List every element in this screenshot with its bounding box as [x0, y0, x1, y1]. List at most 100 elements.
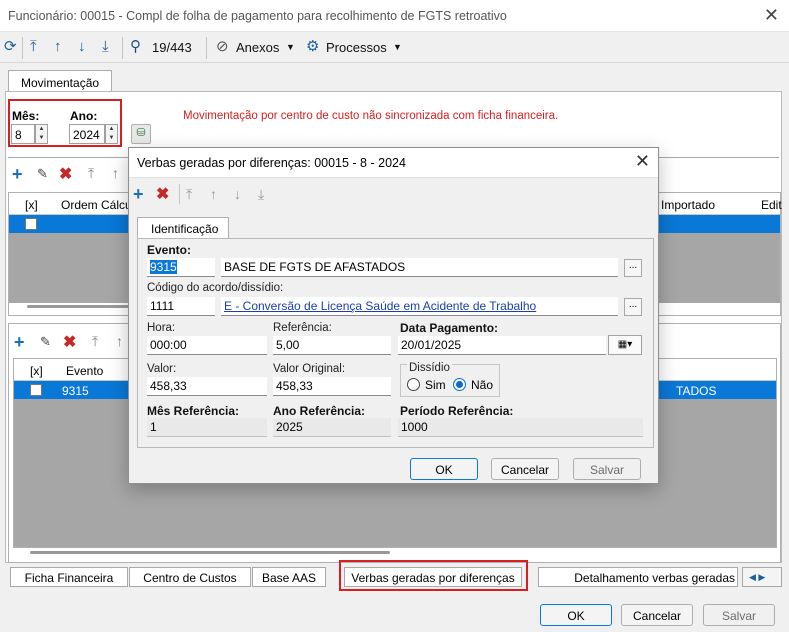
search-icon[interactable]: ⚲	[130, 39, 141, 55]
row-checkbox[interactable]	[30, 384, 42, 396]
last-icon[interactable]: ⤓	[258, 186, 264, 203]
delete-icon[interactable]: ✖	[59, 164, 72, 184]
paperclip-icon[interactable]: ⊘	[216, 39, 229, 55]
delete-icon[interactable]: ✖	[156, 184, 169, 204]
ano-label: Ano:	[70, 109, 98, 123]
refresh-icon[interactable]: ⟳	[4, 39, 17, 55]
sim-radio[interactable]	[407, 378, 420, 391]
up-icon[interactable]: ↑	[112, 165, 119, 181]
ano-stepper[interactable]: ▲ ▼	[105, 124, 118, 144]
mes-stepper[interactable]: ▲ ▼	[35, 124, 48, 144]
row-checkbox[interactable]	[25, 218, 37, 230]
data-pagamento-input[interactable]: 20/01/2025	[398, 336, 606, 355]
tab-base-aas[interactable]: Base AAS	[252, 567, 326, 587]
up-icon[interactable]: ↑	[210, 186, 217, 202]
nao-radio[interactable]	[453, 378, 466, 391]
add-icon[interactable]: +	[133, 185, 144, 203]
periodo-referencia-field: 1000	[398, 418, 643, 437]
referencia-label: Referência:	[273, 322, 332, 334]
row-desc: TADOS	[676, 384, 717, 398]
down-icon[interactable]: ↓	[234, 186, 241, 202]
mes-referencia-label: Mês Referência:	[147, 404, 240, 418]
edit-icon[interactable]: ✎	[40, 334, 51, 350]
cancel-button[interactable]: Cancelar	[621, 604, 693, 626]
sync-icon[interactable]: ⛁	[131, 124, 151, 144]
tab-centro-custos[interactable]: Centro de Custos	[129, 567, 251, 587]
tab-detalhamento[interactable]: Detalhamento verbas geradas	[538, 567, 738, 587]
main-toolbar: ⟳ ⤒ ↑ ↓ ⤓ ⚲ 19/443 ⊘ Anexos ▼ ⚙ Processo…	[0, 33, 789, 63]
tab-movimentacao[interactable]: Movimentação	[8, 70, 112, 92]
evento-code-value: 9315	[150, 260, 177, 274]
toolbar-separator	[22, 37, 23, 59]
dialog-cancel-button[interactable]: Cancelar	[491, 458, 559, 480]
acordo-desc-link[interactable]: E - Conversão de Licença Saúde em Aciden…	[221, 297, 618, 316]
valor-label: Valor:	[147, 363, 177, 375]
calendar-icon[interactable]: ▦▾	[608, 335, 642, 355]
anexos-menu[interactable]: Anexos	[236, 40, 279, 55]
window-title: Funcionário: 00015 - Compl de folha de p…	[8, 9, 507, 23]
toolbar-separator	[206, 37, 207, 59]
verbas-dialog: Verbas geradas por diferenças: 00015 - 8…	[128, 147, 659, 484]
close-icon[interactable]: ✕	[635, 151, 650, 172]
mes-input[interactable]: 8	[11, 124, 35, 144]
gear-icon[interactable]: ⚙	[306, 39, 319, 55]
up-icon[interactable]: ↑	[116, 333, 123, 349]
processos-menu[interactable]: Processos	[326, 40, 387, 55]
dialog-save-button[interactable]: Salvar	[573, 458, 641, 480]
tab-highlight	[339, 560, 528, 591]
chevron-down-icon[interactable]: ▼	[286, 42, 295, 52]
horizontal-scrollbar[interactable]	[30, 551, 390, 554]
referencia-input[interactable]: 5,00	[273, 336, 391, 355]
periodo-referencia-label: Período Referência:	[400, 404, 514, 418]
col-importado[interactable]: Importado	[661, 198, 715, 212]
col-check: [x]	[25, 198, 38, 212]
first-record-icon[interactable]: ⤒	[30, 39, 37, 55]
window-titlebar: Funcionário: 00015 - Compl de folha de p…	[0, 0, 789, 32]
evento-lookup-button[interactable]: ...	[624, 259, 642, 277]
chevron-down-icon[interactable]: ▼	[393, 42, 402, 52]
col-edit[interactable]: Edit	[761, 198, 782, 212]
dialog-title: Verbas geradas por diferenças: 00015 - 8…	[137, 156, 406, 170]
col-check: [x]	[30, 364, 43, 378]
acordo-label: Código do acordo/dissídio:	[147, 282, 284, 294]
tab-identificacao[interactable]: Identificação	[137, 217, 229, 239]
first-icon[interactable]: ⤒	[92, 333, 98, 350]
warning-message: Movimentação por centro de custo não sin…	[183, 110, 559, 122]
save-button[interactable]: Salvar	[703, 604, 775, 626]
ano-referencia-field: 2025	[273, 418, 391, 437]
valor-input[interactable]: 458,33	[147, 377, 267, 396]
ano-referencia-label: Ano Referência:	[273, 404, 366, 418]
evento-code-input[interactable]: 9315	[147, 258, 215, 277]
valor-original-label: Valor Original:	[273, 363, 346, 375]
acordo-code-input[interactable]: 1111	[147, 297, 215, 316]
last-record-icon[interactable]: ⤓	[102, 39, 109, 55]
mes-label: Mês:	[12, 109, 40, 123]
close-icon[interactable]: ✕	[764, 5, 779, 25]
record-position: 19/443	[152, 40, 192, 55]
add-icon[interactable]: +	[14, 333, 25, 351]
evento-label: Evento:	[147, 243, 192, 257]
ok-button[interactable]: OK	[540, 604, 612, 626]
toolbar-separator	[179, 184, 180, 204]
previous-record-icon[interactable]: ↑	[54, 39, 62, 55]
next-record-icon[interactable]: ↓	[78, 39, 86, 55]
add-icon[interactable]: +	[12, 165, 23, 183]
dialog-ok-button[interactable]: OK	[410, 458, 478, 480]
evento-desc-field: BASE DE FGTS DE AFASTADOS	[221, 258, 618, 277]
first-icon[interactable]: ⤒	[186, 186, 192, 203]
sim-label: Sim	[425, 378, 446, 392]
col-evento[interactable]: Evento	[66, 364, 103, 378]
acordo-lookup-button[interactable]: ...	[624, 298, 642, 316]
first-icon[interactable]: ⤒	[88, 165, 94, 182]
edit-icon[interactable]: ✎	[37, 166, 48, 182]
mes-referencia-field: 1	[147, 418, 267, 437]
hora-input[interactable]: 000:00	[147, 336, 267, 355]
delete-icon[interactable]: ✖	[63, 332, 76, 352]
valor-original-input[interactable]: 458,33	[273, 377, 391, 396]
tab-scroll-arrows[interactable]: ◀ ▶	[742, 567, 782, 587]
dissidio-label: Dissídio	[407, 362, 452, 374]
dialog-titlebar: Verbas geradas por diferenças: 00015 - 8…	[129, 148, 658, 178]
ano-input[interactable]: 2024	[69, 124, 105, 144]
nao-label: Não	[471, 378, 494, 392]
tab-ficha-financeira[interactable]: Ficha Financeira	[10, 567, 128, 587]
